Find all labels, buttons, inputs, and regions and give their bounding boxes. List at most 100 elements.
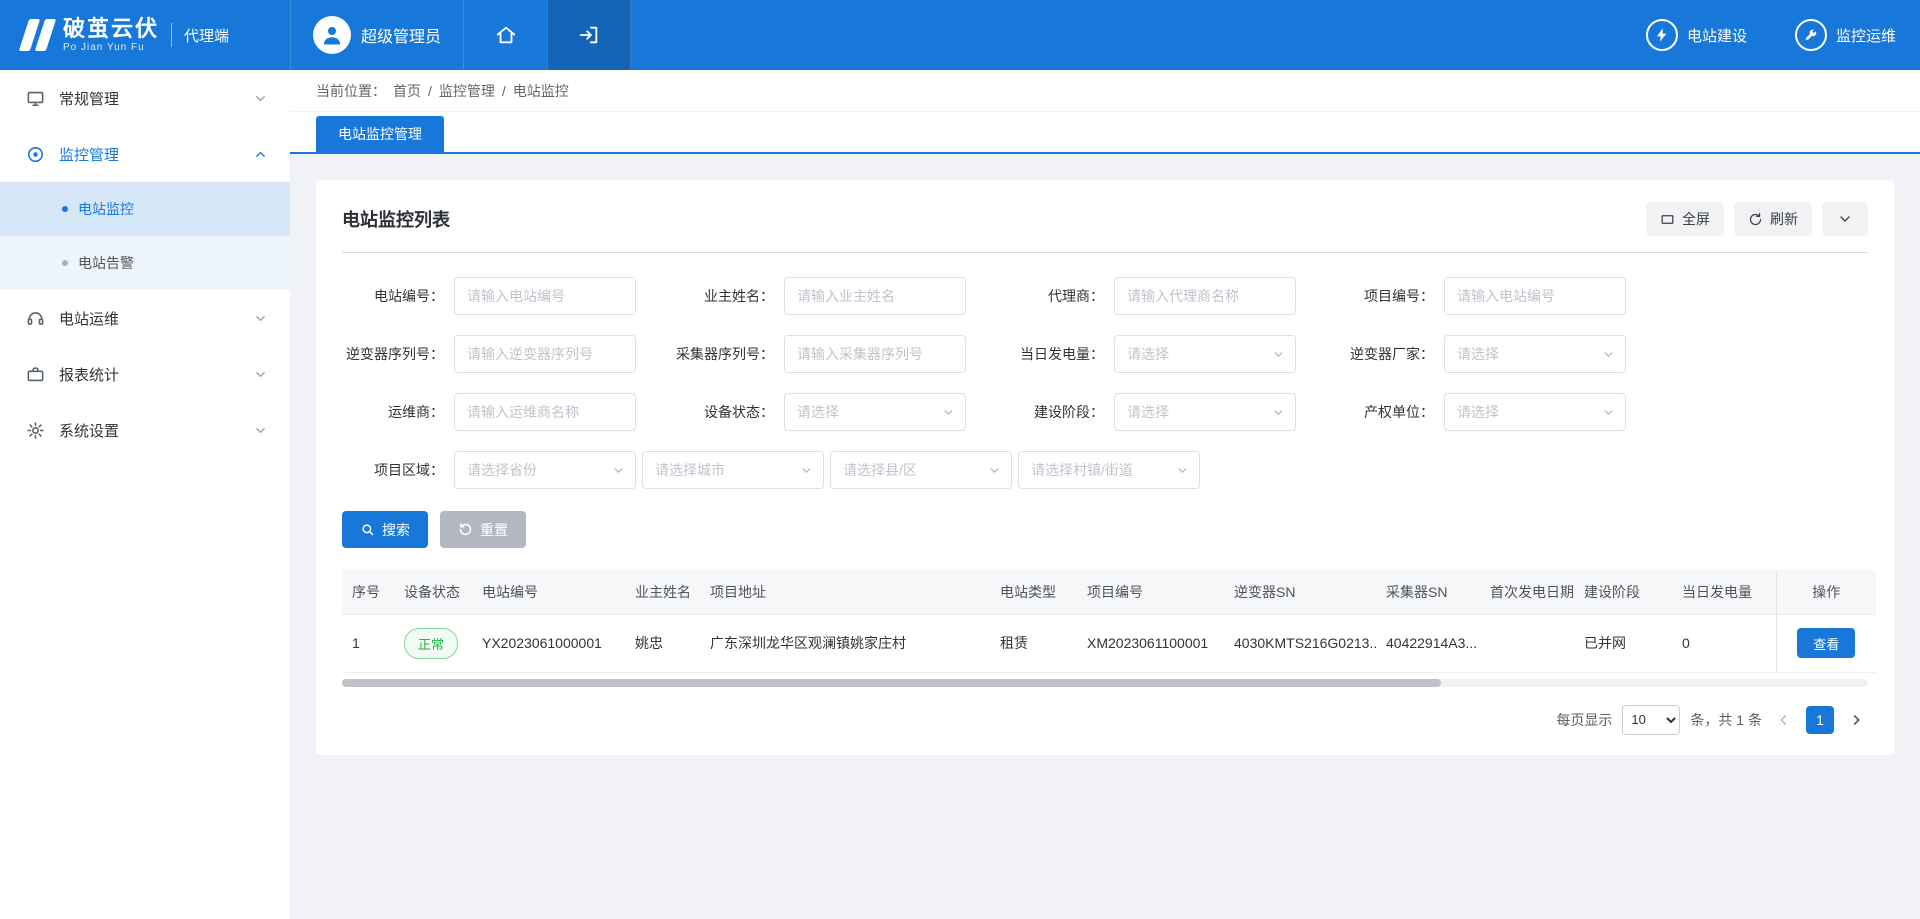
breadcrumb-home[interactable]: 首页 [393,81,421,101]
breadcrumb-monitor[interactable]: 监控管理 [439,81,495,101]
scrollbar-thumb[interactable] [342,679,1441,687]
inverter-sn-input[interactable] [454,335,636,373]
project-no-input[interactable] [1444,277,1626,315]
inverter-vendor-select[interactable]: 请选择 [1444,335,1626,373]
fullscreen-icon [1660,212,1675,227]
sidebar: 常规管理 监控管理 电站监控 [0,70,290,919]
page-1-button[interactable]: 1 [1806,706,1834,734]
home-button[interactable] [463,0,547,70]
breadcrumb-separator: / [428,83,432,99]
refresh-icon [1748,212,1763,227]
sidebar-item-station-alarm[interactable]: 电站告警 [0,236,290,290]
divider [171,23,172,47]
tabs-bar: 电站监控管理 [290,112,1920,154]
select-placeholder: 请选择 [1457,344,1499,364]
city-select[interactable]: 请选择城市 [642,451,824,489]
column-header-address: 项目地址 [700,570,990,614]
ops-vendor-input[interactable] [454,393,636,431]
next-page-button[interactable] [1844,712,1868,728]
station-no-input[interactable] [454,277,636,315]
chevron-down-icon [1272,348,1285,361]
station-no-label: 电站编号： [342,286,454,306]
select-placeholder: 请选择城市 [655,460,725,480]
refresh-button[interactable]: 刷新 [1734,202,1812,236]
device-status-label: 设备状态： [636,402,784,422]
cell-collector-sn: 40422914A3... [1376,614,1480,672]
chevron-down-icon [800,464,813,477]
nav-station-build[interactable]: 电站建设 [1622,0,1771,70]
province-select[interactable]: 请选择省份 [454,451,636,489]
horizontal-scrollbar[interactable] [342,679,1868,687]
collapse-button[interactable] [1822,202,1868,236]
sidebar-item-label: 系统设置 [59,420,119,441]
sidebar-item-settings[interactable]: 系统设置 [0,402,290,458]
monitor-icon [26,89,45,108]
sidebar-item-station-ops[interactable]: 电站运维 [0,290,290,346]
logout-button[interactable] [547,0,631,70]
collector-sn-input[interactable] [784,335,966,373]
topbar: 破茧云伏 Po Jian Yun Fu 代理端 超级管理员 [0,0,1920,70]
sidebar-subitem-label: 电站监控 [78,199,134,219]
build-stage-select[interactable]: 请选择 [1114,393,1296,431]
fullscreen-button[interactable]: 全屏 [1646,202,1724,236]
total-label: 条，共 1 条 [1690,710,1762,730]
table-row: 1 正常 YX2023061000001 姚忠 广东深圳龙华区观澜镇姚家庄村 租… [342,614,1876,672]
column-header-collector-sn: 采集器SN [1376,570,1480,614]
cell-address: 广东深圳龙华区观澜镇姚家庄村 [700,614,990,672]
daily-power-select[interactable]: 请选择 [1114,335,1296,373]
chevron-down-icon [1602,406,1615,419]
town-select[interactable]: 请选择村镇/街道 [1018,451,1200,489]
chevron-down-icon [942,406,955,419]
county-select[interactable]: 请选择县/区 [830,451,1012,489]
radar-icon [26,145,45,164]
reset-label: 重置 [480,520,508,540]
chevron-down-icon [1837,211,1853,227]
sidebar-item-station-monitor[interactable]: 电站监控 [0,182,290,236]
reset-button[interactable]: 重置 [440,511,526,548]
gear-icon [26,421,45,440]
sidebar-item-monitor-management[interactable]: 监控管理 [0,126,290,182]
sidebar-item-general[interactable]: 常规管理 [0,70,290,126]
agent-input[interactable] [1114,277,1296,315]
logout-icon [578,24,600,46]
app-root: 破茧云伏 Po Jian Yun Fu 代理端 超级管理员 [0,0,1920,919]
bullet-icon [62,260,68,266]
cell-daily-power: 0 [1672,614,1776,672]
nav-monitor-ops[interactable]: 监控运维 [1771,0,1920,70]
select-placeholder: 请选择省份 [467,460,537,480]
cell-type: 租赁 [990,614,1077,672]
prev-page-button[interactable] [1772,712,1796,728]
sidebar-item-label: 报表统计 [59,364,119,385]
sidebar-item-reports[interactable]: 报表统计 [0,346,290,402]
headset-icon [26,309,45,328]
build-stage-label: 建设阶段： [966,402,1114,422]
select-placeholder: 请选择县/区 [843,460,917,480]
column-header-actions: 操作 [1776,570,1876,614]
collector-sn-label: 采集器序列号： [636,344,784,364]
property-unit-label: 产权单位： [1296,402,1444,422]
brand-name-en: Po Jian Yun Fu [63,42,159,53]
breadcrumb-current: 电站监控 [513,81,569,101]
select-placeholder: 请选择 [1127,344,1169,364]
main-content: 当前位置： 首页 / 监控管理 / 电站监控 电站监控管理 电站监控列表 [290,70,1920,919]
column-header-type: 电站类型 [990,570,1077,614]
property-unit-select[interactable]: 请选择 [1444,393,1626,431]
cell-project-no: XM2023061100001 [1077,614,1224,672]
station-monitor-panel: 电站监控列表 全屏 [316,180,1894,755]
tab-station-monitor-management[interactable]: 电站监控管理 [316,116,444,152]
select-placeholder: 请选择 [797,402,839,422]
owner-name-input[interactable] [784,277,966,315]
column-header-station-no: 电站编号 [472,570,625,614]
select-placeholder: 请选择村镇/街道 [1031,460,1133,480]
topbar-spacer [631,0,1622,70]
app-body: 常规管理 监控管理 电站监控 [0,70,1920,919]
pagination: 每页显示 10 条，共 1 条 1 [342,705,1868,735]
chevron-down-icon [1176,464,1189,477]
view-button[interactable]: 查看 [1797,628,1855,658]
search-button[interactable]: 搜索 [342,511,428,548]
panel-title: 电站监控列表 [342,206,450,232]
device-status-select[interactable]: 请选择 [784,393,966,431]
user-menu[interactable]: 超级管理员 [290,0,463,70]
nav-station-build-label: 电站建设 [1687,25,1747,46]
page-size-select[interactable]: 10 [1622,705,1680,735]
